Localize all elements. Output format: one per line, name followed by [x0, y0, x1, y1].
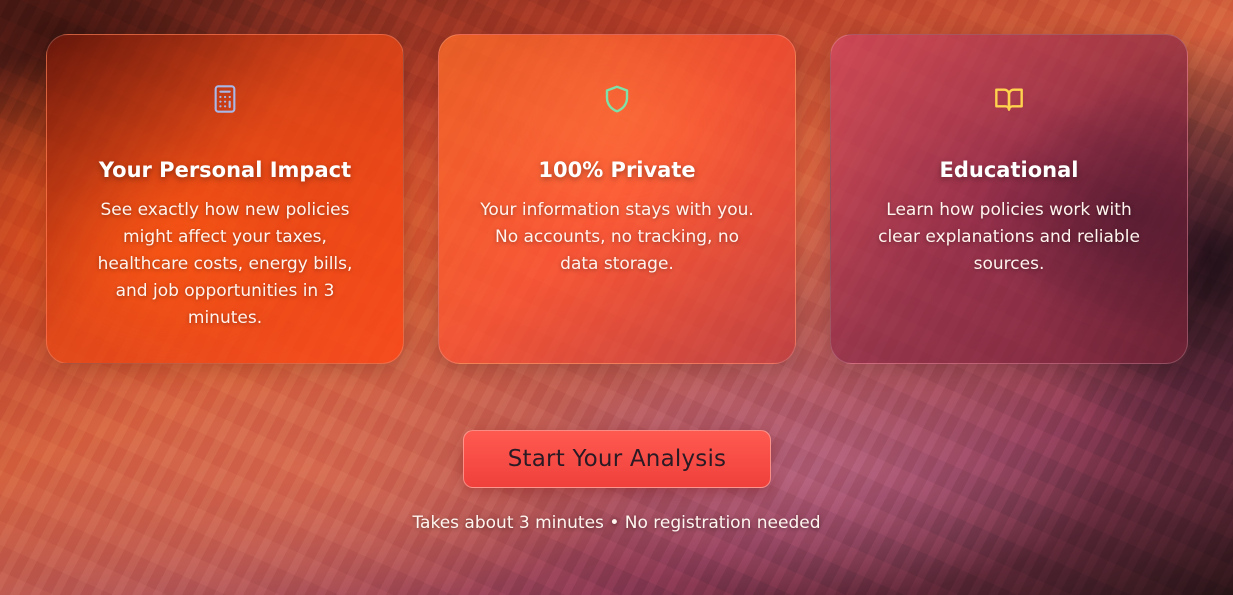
- feature-description: Learn how policies work with clear expla…: [878, 200, 1140, 274]
- start-analysis-button-label: Start Your Analysis: [507, 446, 727, 472]
- feature-description: Your information stays with you. No acco…: [480, 200, 754, 274]
- feature-title: Educational: [939, 158, 1079, 182]
- feature-card-educational: Educational Learn how policies work with…: [830, 34, 1188, 364]
- calculator-icon: [209, 83, 241, 115]
- feature-description: See exactly how new policies might affec…: [97, 200, 353, 328]
- feature-card-personal-impact: Your Personal Impact See exactly how new…: [46, 34, 404, 364]
- book-open-icon: [993, 83, 1025, 115]
- cta-footnote: Takes about 3 minutes • No registration …: [412, 513, 821, 533]
- feature-cards: Your Personal Impact See exactly how new…: [46, 34, 1189, 364]
- feature-title: 100% Private: [538, 158, 696, 182]
- start-analysis-button[interactable]: Start Your Analysis: [463, 430, 771, 488]
- feature-card-private: 100% Private Your information stays with…: [438, 34, 796, 364]
- feature-title: Your Personal Impact: [98, 158, 352, 182]
- shield-icon: [601, 83, 633, 115]
